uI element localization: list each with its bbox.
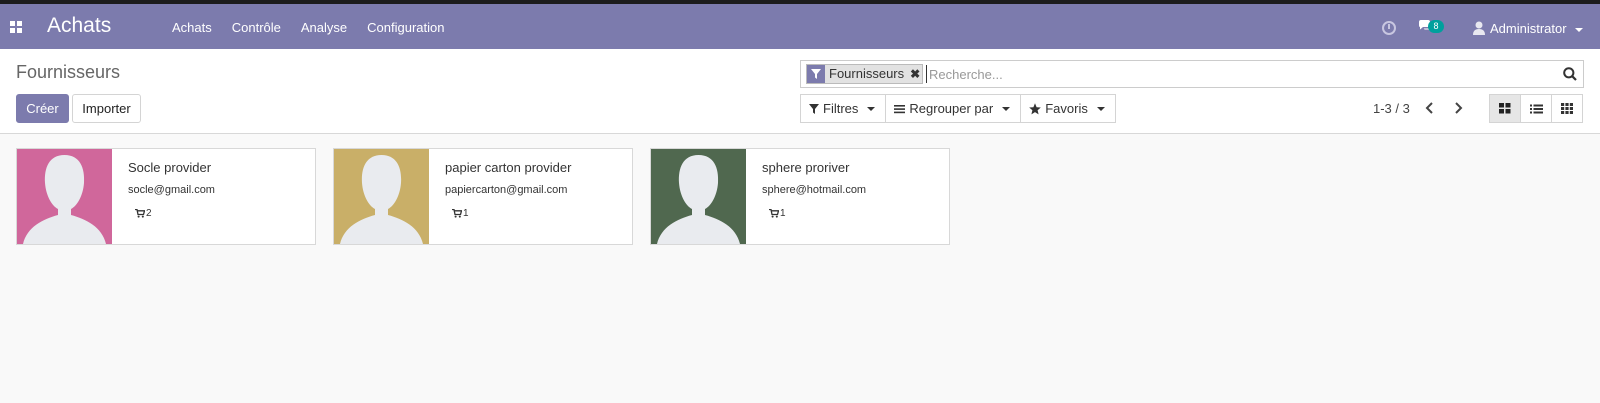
favorites-label: Favoris	[1045, 101, 1088, 116]
shopping-cart-icon	[135, 209, 145, 218]
kanban-view-button[interactable]	[1489, 94, 1521, 123]
filters-label: Filtres	[823, 101, 859, 116]
kanban-view: Socle provider socle@gmail.com 2 papier …	[16, 148, 950, 245]
pager-value[interactable]: 1-3 / 3	[1373, 101, 1410, 116]
vendor-card[interactable]: sphere proriver sphere@hotmail.com 1	[650, 148, 950, 245]
group-by-dropdown[interactable]: Regrouper par	[885, 94, 1022, 123]
vendor-name: sphere proriver	[762, 160, 850, 175]
menu-item-achats[interactable]: Achats	[172, 20, 212, 35]
bars-icon	[894, 104, 906, 113]
search-bar: Fournisseurs ✖	[800, 60, 1584, 88]
grid-view-button[interactable]	[1551, 94, 1583, 123]
purchase-count[interactable]: 2	[135, 208, 152, 219]
filter-icon	[807, 65, 825, 83]
apps-menu-icon[interactable]	[10, 21, 22, 33]
vendor-avatar	[651, 149, 746, 244]
caret-down-icon	[1096, 106, 1105, 111]
breadcrumb: Fournisseurs	[16, 62, 121, 82]
view-switcher	[1489, 94, 1583, 123]
user-menu-caret-icon[interactable]	[1575, 28, 1583, 32]
chat-count-badge: 8	[1428, 20, 1444, 33]
kanban-icon	[1499, 103, 1511, 114]
vendor-email: papiercarton@gmail.com	[445, 184, 568, 196]
app-title: Achats	[47, 14, 112, 37]
menu-item-controle[interactable]: Contrôle	[232, 20, 281, 35]
search-icon[interactable]	[1563, 67, 1577, 81]
chevron-right-icon[interactable]	[1450, 100, 1466, 116]
caret-down-icon	[867, 106, 876, 111]
list-view-button[interactable]	[1520, 94, 1552, 123]
caret-down-icon	[1002, 106, 1011, 111]
shopping-cart-icon	[769, 209, 779, 218]
vendor-email: socle@gmail.com	[128, 184, 215, 196]
vendor-email: sphere@hotmail.com	[762, 184, 867, 196]
top-menu: Achats Contrôle Analyse Configuration	[172, 20, 464, 35]
vendor-card[interactable]: Socle provider socle@gmail.com 2	[16, 148, 316, 245]
purchase-count-value: 1	[463, 208, 469, 219]
star-icon	[1029, 102, 1042, 114]
vendor-name: Socle provider	[128, 160, 212, 175]
vendor-avatar	[17, 149, 112, 244]
purchase-count[interactable]: 1	[769, 208, 786, 219]
control-panel: Fournisseurs Créer Importer Fournisseurs…	[0, 49, 1600, 134]
group-by-label: Regrouper par	[909, 101, 994, 116]
search-input[interactable]	[926, 65, 1546, 83]
search-facet-label: Fournisseurs	[829, 66, 905, 81]
grid-icon	[1561, 103, 1573, 114]
vendor-name: papier carton provider	[445, 160, 572, 175]
remove-facet-icon[interactable]: ✖	[908, 65, 922, 83]
vendor-avatar	[334, 149, 429, 244]
shopping-cart-icon	[452, 209, 462, 218]
purchase-count[interactable]: 1	[452, 208, 469, 219]
purchase-count-value: 2	[146, 208, 152, 219]
filter-icon	[809, 103, 819, 114]
filters-dropdown[interactable]: Filtres	[800, 94, 887, 123]
user-name[interactable]: Administrator	[1490, 21, 1567, 36]
list-icon	[1529, 104, 1543, 113]
create-button[interactable]: Créer	[16, 94, 69, 123]
search-facet: Fournisseurs ✖	[806, 64, 924, 84]
menu-item-analyse[interactable]: Analyse	[301, 20, 347, 35]
chevron-left-icon[interactable]	[1422, 100, 1438, 116]
main-navbar: Achats Achats Contrôle Analyse Configura…	[0, 4, 1600, 49]
user-avatar-icon[interactable]	[1473, 21, 1485, 35]
vendor-card[interactable]: papier carton provider papiercarton@gmai…	[333, 148, 633, 245]
favorites-dropdown[interactable]: Favoris	[1020, 94, 1116, 123]
menu-item-configuration[interactable]: Configuration	[367, 20, 444, 35]
import-button[interactable]: Importer	[72, 94, 141, 123]
search-options: Filtres Regrouper par Favoris	[800, 94, 1116, 123]
activity-clock-icon[interactable]	[1382, 21, 1396, 35]
purchase-count-value: 1	[780, 208, 786, 219]
